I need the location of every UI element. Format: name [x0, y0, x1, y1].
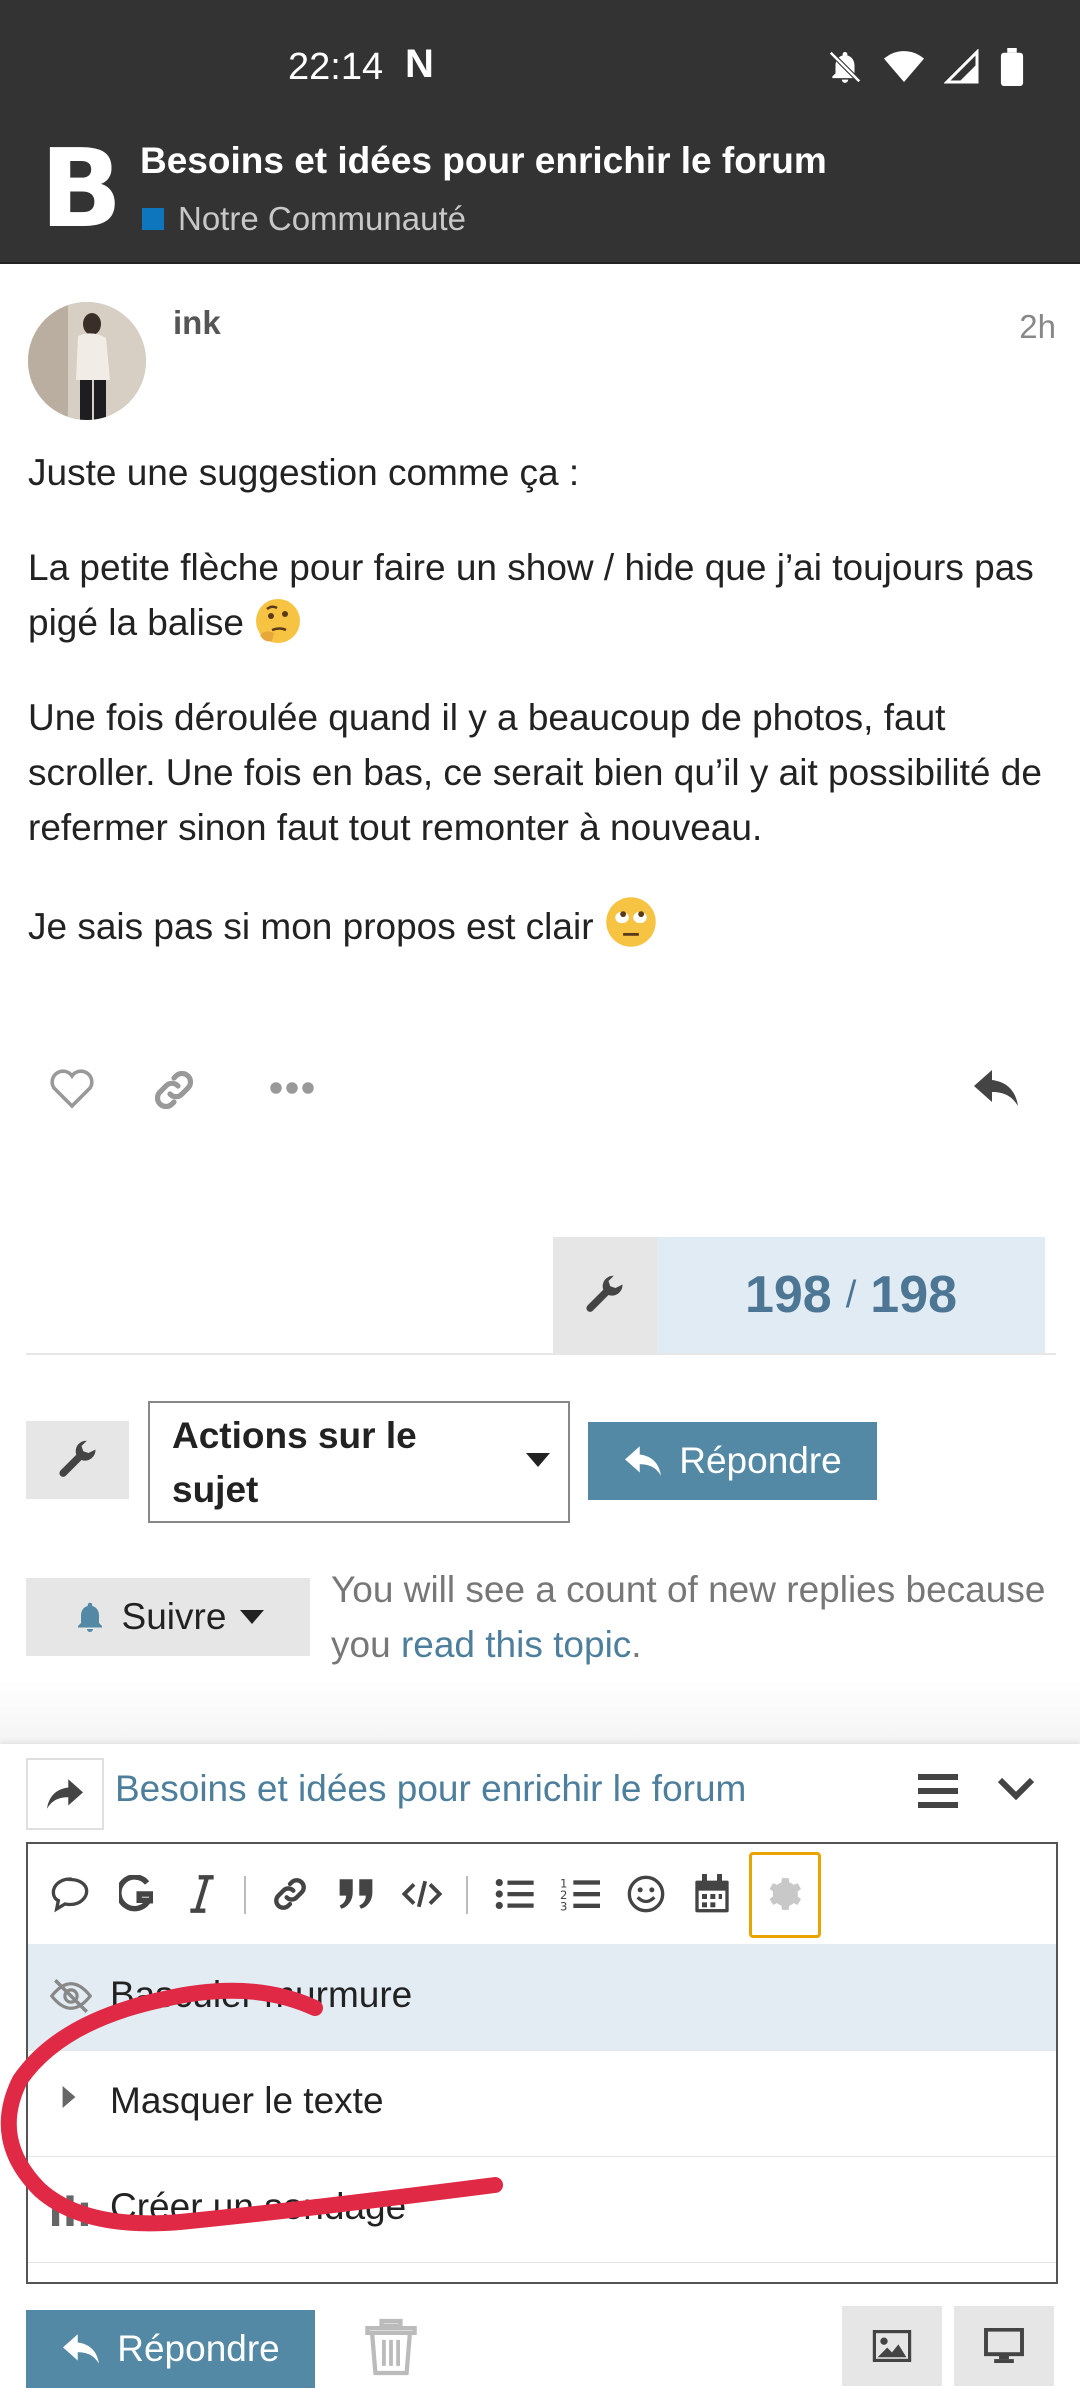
composer-reply-button[interactable]: Répondre: [26, 2310, 315, 2388]
svg-text:3: 3: [560, 1900, 567, 1913]
notification-badge: N: [405, 42, 434, 86]
composer-fade: [0, 1680, 1080, 1744]
chevron-down-icon[interactable]: [996, 1776, 1036, 1804]
timeline-current: 198: [744, 1266, 832, 1324]
image-icon: [872, 2330, 912, 2362]
timeline-total: 198: [870, 1266, 958, 1324]
composer-action-button[interactable]: [26, 1758, 104, 1830]
upload-image-button[interactable]: [842, 2306, 942, 2386]
caret-right-icon: [62, 2086, 76, 2108]
editor-toolbar: 123: [28, 1844, 1056, 1946]
like-icon[interactable]: [48, 1066, 96, 1110]
menu-item-hide-text[interactable]: Masquer le texte: [28, 2050, 1056, 2157]
reply-button[interactable]: Répondre: [588, 1422, 877, 1500]
signal-icon: [944, 49, 979, 84]
composer-reply-label: Répondre: [117, 2328, 280, 2369]
menu-item-create-poll[interactable]: Créer un sondage: [28, 2156, 1056, 2263]
topic-admin-wrench-button[interactable]: [553, 1237, 657, 1353]
follow-label: Suivre: [121, 1596, 227, 1637]
composer: Besoins et idées pour enrichir le forum …: [0, 1744, 1080, 2400]
composer-topic-title[interactable]: Besoins et idées pour enrichir le forum: [115, 1768, 746, 1810]
menu-item-whisper[interactable]: Basculer murmure: [28, 1944, 1056, 2051]
post-paragraph: Une fois déroulée quand il y a beaucoup …: [28, 697, 1042, 848]
battery-icon: [1000, 48, 1024, 86]
post-time[interactable]: 2h: [1019, 308, 1056, 346]
editor-box: 123 Basculer murmure Masquer le texte Cr…: [26, 1842, 1058, 2284]
link-icon[interactable]: [262, 1866, 318, 1922]
status-bar: 22:14 N: [0, 0, 1080, 136]
gear-icon[interactable]: [754, 1866, 810, 1922]
wrench-icon: [586, 1275, 623, 1312]
post-actions: [0, 1060, 1080, 1130]
post-body: Juste une suggestion comme ça : La petit…: [28, 445, 1058, 994]
code-icon[interactable]: [394, 1866, 450, 1922]
blockquote-icon[interactable]: [328, 1866, 384, 1922]
notifications-off-icon: [829, 51, 861, 83]
hamburger-menu-icon[interactable]: [918, 1772, 958, 1808]
thinking-face-icon: [254, 597, 302, 645]
numbered-list-icon[interactable]: 123: [552, 1866, 608, 1922]
topic-header: B Besoins et idées pour enrichir le foru…: [0, 136, 1080, 264]
chart-bar-icon: [52, 2195, 88, 2226]
options-popup-menu: Basculer murmure Masquer le texte Créer …: [28, 1944, 1056, 2282]
caret-down-icon: [240, 1610, 265, 1624]
menu-item-label: Basculer murmure: [110, 1974, 413, 2015]
notification-level-button[interactable]: Suivre: [26, 1578, 310, 1656]
post-username[interactable]: ink: [173, 304, 221, 342]
quote-icon[interactable]: [42, 1866, 98, 1922]
timeline-post-counter[interactable]: 198 / 198: [657, 1237, 1045, 1353]
toolbar-separator: [244, 1876, 246, 1914]
eye-slash-icon: [50, 1979, 92, 2013]
timeline-separator: /: [845, 1273, 857, 1316]
toggle-preview-button[interactable]: [954, 2306, 1054, 2386]
divider: [26, 1353, 1056, 1355]
bullet-list-icon[interactable]: [486, 1866, 542, 1922]
avatar[interactable]: [28, 302, 146, 420]
trash-icon[interactable]: [365, 2318, 417, 2376]
italic-icon[interactable]: [174, 1866, 230, 1922]
topic-actions-label: Actions sur le sujet: [172, 1415, 417, 1510]
wifi-icon: [884, 51, 924, 82]
emoji-icon[interactable]: [618, 1866, 674, 1922]
topic-actions-select[interactable]: Actions sur le sujet: [148, 1401, 570, 1523]
reply-icon: [625, 1446, 662, 1476]
reply-icon: [63, 2334, 100, 2364]
reply-button-label: Répondre: [679, 1440, 842, 1481]
wrench-icon: [58, 1440, 96, 1477]
topic-title[interactable]: Besoins et idées pour enrichir le forum: [140, 140, 827, 182]
caret-down-icon: [526, 1453, 550, 1467]
menu-item-label: Masquer le texte: [110, 2080, 384, 2121]
topic-footer-wrench-button[interactable]: [26, 1421, 129, 1499]
status-time: 22:14: [288, 46, 384, 88]
bell-icon: [77, 1602, 102, 1632]
link-icon[interactable]: [150, 1066, 198, 1114]
reply-icon[interactable]: [972, 1066, 1020, 1110]
post-paragraph: Je sais pas si mon propos est clair: [28, 895, 1058, 954]
category-name[interactable]: Notre Communauté: [178, 200, 466, 238]
eye-roll-face-icon: [604, 895, 656, 947]
read-topic-link[interactable]: read this topic: [401, 1624, 631, 1665]
notification-reason-text: You will see a count of new replies beca…: [331, 1569, 1046, 1665]
bold-icon[interactable]: [108, 1866, 164, 1922]
calendar-icon[interactable]: [684, 1866, 740, 1922]
status-icons: [826, 48, 1024, 86]
toolbar-separator: [466, 1876, 468, 1914]
post-paragraph: Juste une suggestion comme ça :: [28, 452, 580, 493]
desktop-icon: [984, 2328, 1024, 2364]
share-icon: [47, 1779, 83, 1809]
category-color-square: [142, 208, 164, 230]
site-logo[interactable]: B: [40, 136, 122, 244]
post-paragraph: La petite flèche pour faire un show / hi…: [28, 547, 1034, 645]
more-icon[interactable]: [268, 1080, 316, 1096]
menu-item-label: Créer un sondage: [110, 2186, 407, 2227]
